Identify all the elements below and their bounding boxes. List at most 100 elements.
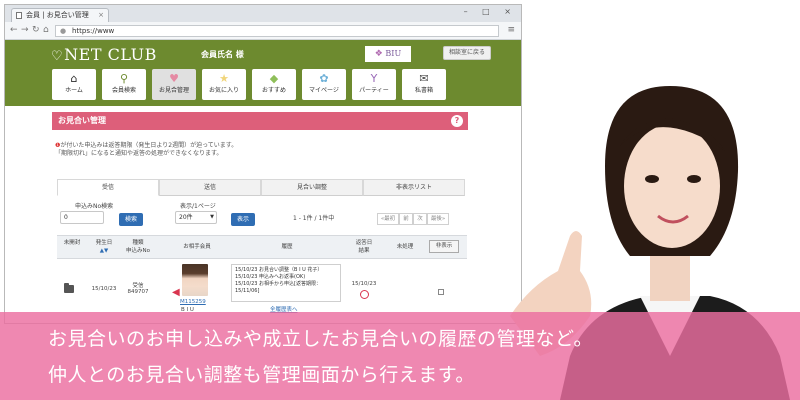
folder-icon[interactable] — [64, 283, 74, 293]
pager-last[interactable]: 最後» — [427, 213, 449, 225]
banner-line-2: 仲人とのお見合い調整も管理画面から行えます。 — [48, 364, 475, 386]
left-eye — [645, 175, 659, 183]
address-bar-row: ← → ↻ ⌂ ● https://www ≡ — [5, 22, 521, 40]
th-partner: お相手会員 — [183, 244, 211, 250]
search-button[interactable]: 検索 — [119, 213, 143, 226]
face-shape — [624, 124, 720, 248]
row-apply-no: 849707 — [127, 289, 149, 295]
brand-badge: ❖ BIU — [365, 46, 411, 62]
logo-text: NET CLUB — [64, 45, 157, 64]
tab-sent[interactable]: 送信 — [159, 179, 261, 196]
mail-icon: ✉ — [419, 72, 429, 85]
url-text: https://www — [72, 27, 115, 35]
th-date-label: 発生日 — [95, 240, 113, 246]
tab-adjustment[interactable]: 見合い調整 — [261, 179, 363, 196]
forward-icon[interactable]: → — [21, 25, 29, 35]
url-input[interactable]: ● https://www — [55, 25, 499, 37]
nav-item-star[interactable]: ★ お気に入り — [202, 69, 246, 100]
received-arrow-icon: ◀ — [172, 287, 180, 298]
nav-item-glass[interactable]: Y パーティー — [352, 69, 396, 100]
back-icon[interactable]: ← — [10, 25, 18, 35]
nav-item-search[interactable]: ⚲ 会員検索 — [102, 69, 146, 100]
nav-item-label: お見合管理 — [158, 87, 189, 94]
browser-window: 会員 | お見合い管理 × – □ × ← → ↻ ⌂ ● https://ww… — [4, 4, 522, 324]
nav-item-gear[interactable]: ✿ マイページ — [302, 69, 346, 100]
th-unopened[interactable]: 未開封 — [61, 239, 83, 247]
table-header: 未開封 発生日 ▲▼ 種類 申込みNo お相手会員 履歴 返答日 結果 未処理 非… — [57, 235, 467, 259]
nav-item-home[interactable]: ⌂ ホーム — [52, 69, 96, 100]
search-icon: ⚲ — [119, 72, 129, 85]
promo-banner: お見合いのお申し込みや成立したお見合いの履歴の管理など。 仲人とのお見合い調整も… — [0, 312, 800, 400]
section-title: お見合い管理 — [58, 116, 106, 125]
member-photo[interactable] — [182, 264, 208, 296]
nav-item-label: マイページ — [309, 87, 339, 94]
nav-item-label: おすすめ — [261, 87, 286, 94]
site-header: ♡NET CLUB 会員氏名 様 ❖ BIU 相談室に戻る ⌂ ホーム ⚲ 会員検索 ♥… — [5, 40, 521, 106]
tab-title: 会員 | お見合い管理 — [26, 11, 89, 19]
th-kind: 種類 申込みNo — [126, 240, 150, 254]
history-box[interactable]: 15/10/23 お見合い調整（B I U 花子） 15/10/23 申込みへお… — [231, 264, 341, 302]
banner-line-1: お見合いのお申し込みや成立したお見合いの履歴の管理など。 — [48, 328, 594, 350]
notice-line-1: が付いた申込みは返答期限（発生日より2週間）が迫っています。 — [60, 142, 238, 149]
site-logo[interactable]: ♡NET CLUB — [51, 45, 157, 64]
result-count: 1 - 1件 / 1件中 — [293, 215, 335, 222]
nav-item-label: 私書箱 — [414, 87, 433, 94]
row-date: 15/10/23 — [91, 286, 117, 292]
display-button[interactable]: 表示 — [231, 213, 255, 226]
section-title-bar: お見合い管理 ? — [52, 112, 468, 130]
nav-item-label: ホーム — [65, 87, 83, 94]
chevron-down-icon: ▼ — [210, 214, 214, 220]
tab-bar: 受信 送信 見合い調整 非表示リスト — [57, 179, 467, 196]
browser-tab[interactable]: 会員 | お見合い管理 × — [11, 8, 109, 22]
reload-icon[interactable]: ↻ — [32, 25, 40, 35]
tab-hidden-list[interactable]: 非表示リスト — [363, 179, 465, 196]
display-count-select[interactable]: 20件 ▼ — [175, 211, 217, 224]
th-history: 履歴 — [281, 244, 293, 250]
pager-next[interactable]: 次 — [413, 213, 427, 225]
th-unprocessed: 未処理 — [396, 244, 414, 250]
history-line: 15/10/23 お相手から申込[返答期限：15/11/06] — [235, 281, 321, 294]
member-name: 会員氏名 様 — [201, 50, 244, 59]
window-controls[interactable]: – □ × — [464, 7, 517, 16]
brand-text: BIU — [385, 49, 402, 58]
apply-no-search-label: 申込みNo検索 — [75, 203, 114, 210]
nav-item-heart[interactable]: ♥ お見合管理 — [152, 69, 196, 100]
sort-icon[interactable]: ▲▼ — [100, 248, 108, 254]
row-kind: 受信 — [132, 283, 144, 289]
right-eye — [687, 175, 701, 183]
heart-icon: ♥ — [169, 72, 179, 85]
unhide-button[interactable]: 非表示 — [429, 240, 459, 253]
star-icon: ★ — [219, 72, 229, 85]
main-content: お見合い管理 ? ❶が付いた申込みは返答期限（発生日より2週間）が迫っています。… — [5, 106, 521, 323]
notice-text: ❶が付いた申込みは返答期限（発生日より2週間）が迫っています。 「期限切れ」にな… — [55, 142, 237, 158]
member-id-link[interactable]: M115259 — [180, 299, 206, 305]
tab-close-icon[interactable]: × — [98, 9, 104, 21]
browser-menu-icon[interactable]: ≡ — [507, 25, 515, 35]
page-icon — [16, 12, 22, 19]
tab-received[interactable]: 受信 — [57, 179, 159, 196]
row-reply-date: 15/10/23 — [351, 281, 377, 287]
gear-icon: ✿ — [319, 72, 329, 85]
home-browser-icon[interactable]: ⌂ — [43, 25, 49, 35]
tag-icon: ◆ — [269, 72, 279, 85]
nav-item-label: お気に入り — [208, 87, 239, 94]
help-icon[interactable]: ? — [451, 115, 463, 127]
glass-icon: Y — [370, 72, 378, 85]
pager-prev[interactable]: 前 — [399, 213, 413, 225]
apply-no-input[interactable]: 0 — [60, 211, 104, 224]
lock-icon: ● — [60, 27, 67, 35]
browser-tab-strip: 会員 | お見合い管理 × – □ × — [5, 5, 521, 22]
th-date[interactable]: 発生日 ▲▼ — [90, 239, 118, 255]
history-line: 15/10/23 お見合い調整（B I U 花子） — [235, 267, 323, 273]
notice-line-2: 「期限切れ」になると通知や返答の処理ができなくなります。 — [55, 150, 223, 157]
row-checkbox[interactable] — [438, 289, 444, 295]
nav-item-label: パーティー — [359, 87, 389, 94]
nav-item-mail[interactable]: ✉ 私書箱 — [402, 69, 446, 100]
consult-room-button[interactable]: 相談室に戻る — [443, 46, 491, 60]
th-reply: 返答日 結果 — [355, 240, 373, 254]
display-count-value: 20件 — [179, 214, 193, 221]
pager-first[interactable]: «最初 — [377, 213, 399, 225]
brand-mark-icon: ❖ — [374, 49, 383, 59]
display-count-label: 表示/1ページ — [180, 203, 216, 210]
nav-item-tag[interactable]: ◆ おすすめ — [252, 69, 296, 100]
